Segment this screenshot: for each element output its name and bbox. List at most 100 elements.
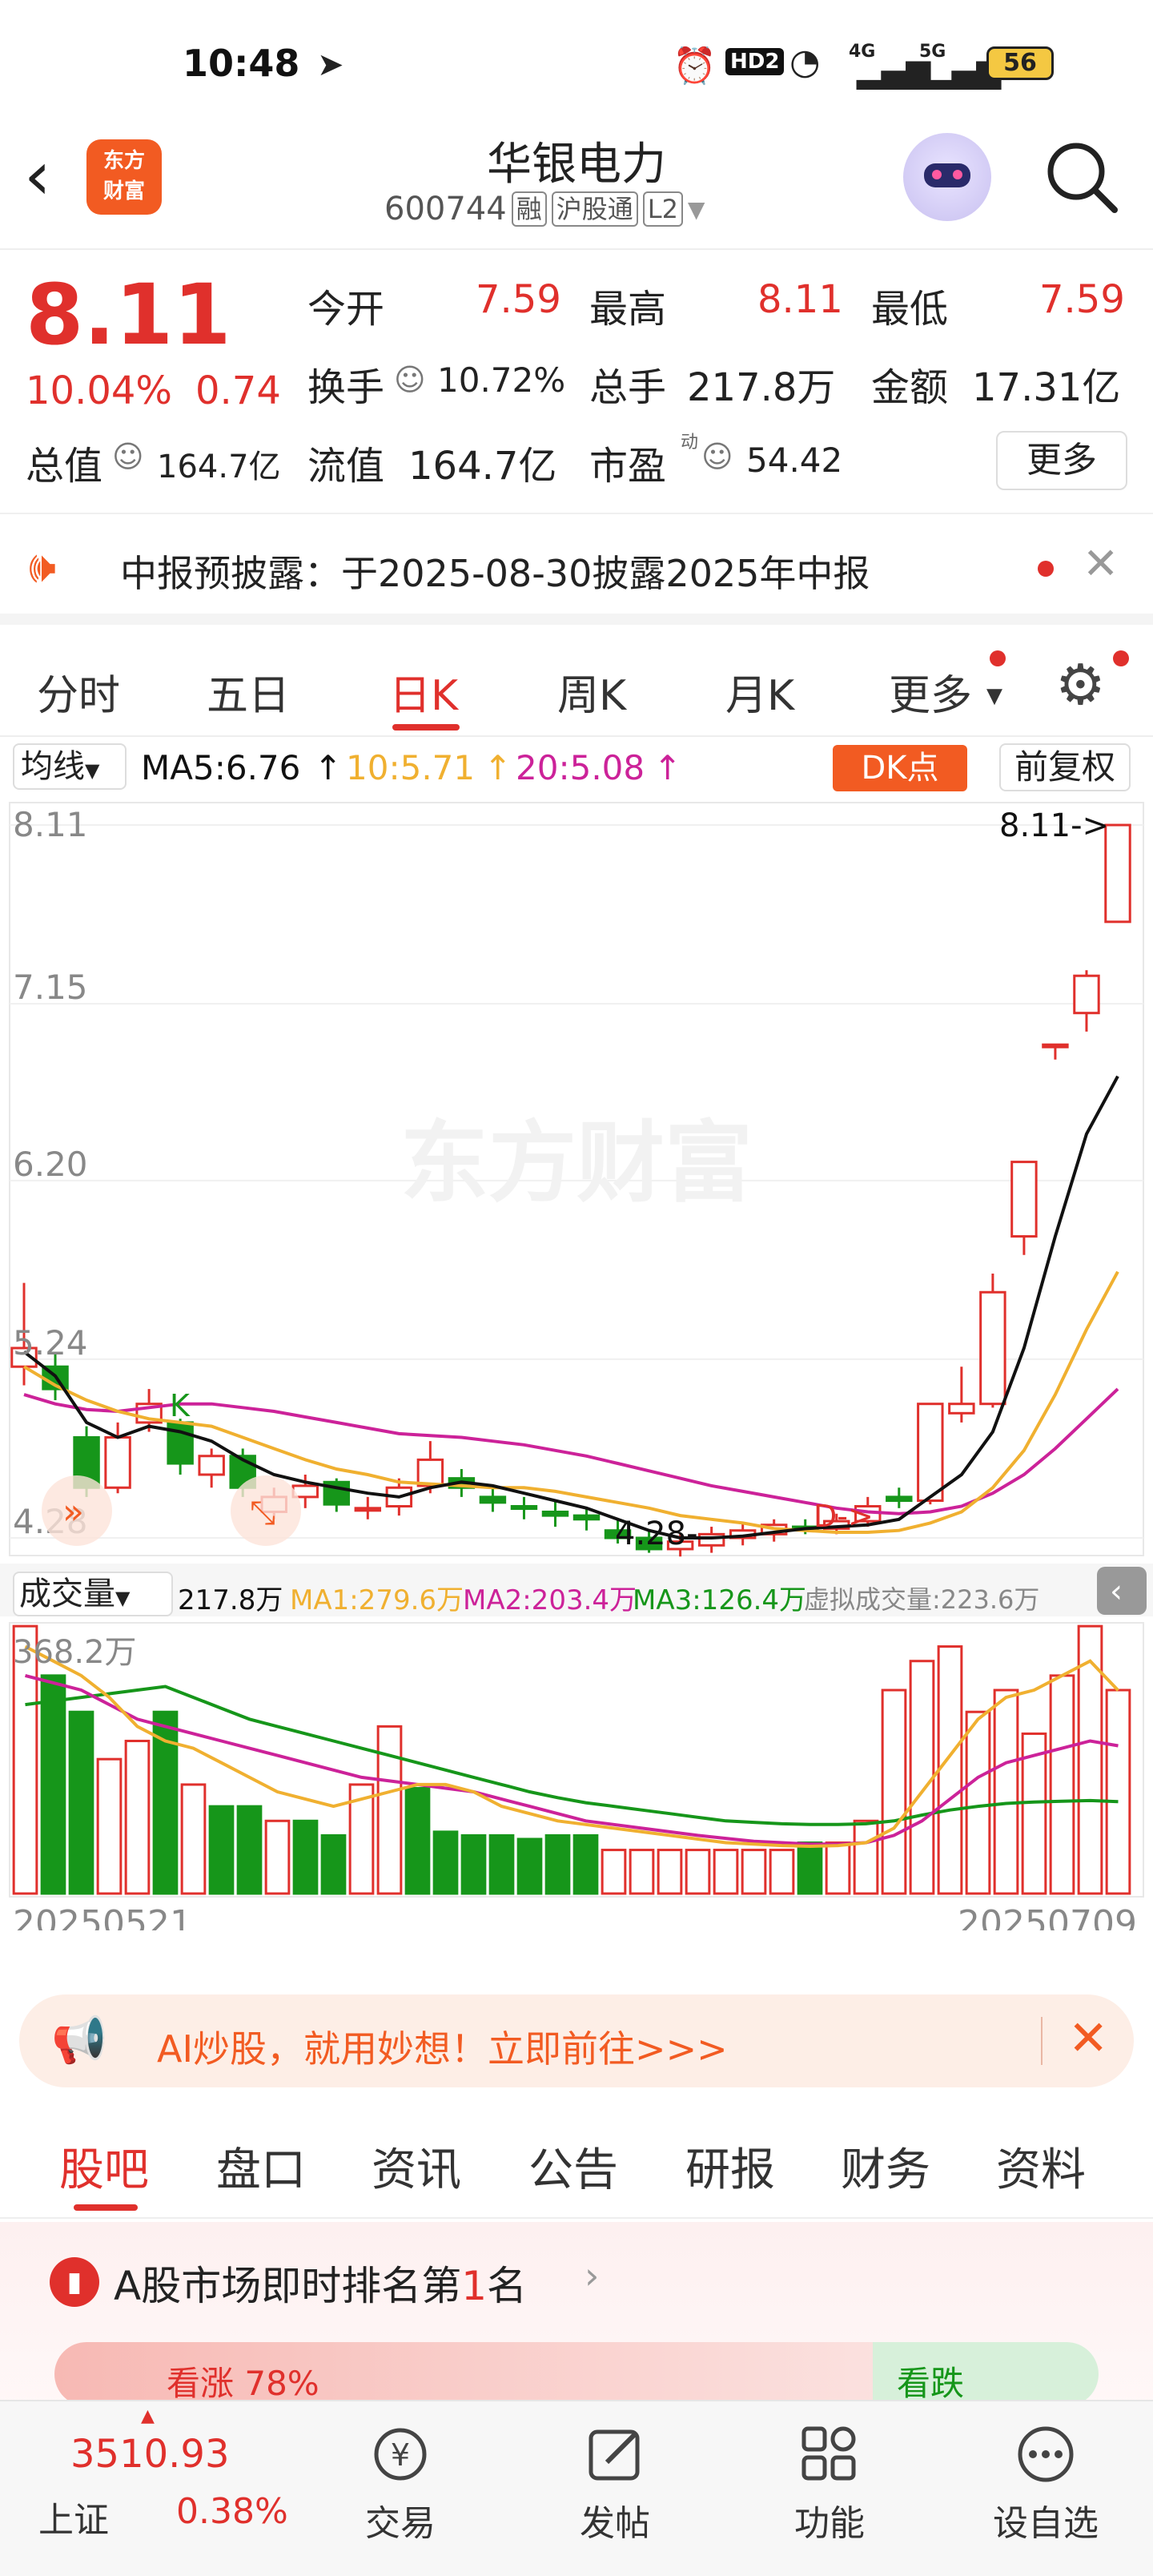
chevron-down-icon: ▼ [986, 684, 1002, 708]
close-icon[interactable]: ✕ [1068, 2010, 1108, 2067]
adjust-button[interactable]: 前复权 [999, 743, 1131, 791]
info-icon-2[interactable]: ☺ [112, 439, 144, 474]
tab-profile[interactable]: 资料 [996, 2134, 1086, 2199]
more-dot [990, 650, 1006, 666]
dk-point-button[interactable]: DK点 [833, 745, 967, 791]
volume-bar [516, 1837, 543, 1895]
ai-banner[interactable]: 📢 AI炒股，就用妙想！立即前往>>> ✕ [19, 1994, 1134, 2087]
index-name[interactable]: 上证 [38, 2491, 109, 2542]
bottom-nav: ▲ 3510.93 上证 0.38% ¥ 交易 发帖 功能 设自选 [0, 2400, 1153, 2576]
open-value: 7.59 [476, 277, 561, 322]
volume-bar [432, 1830, 459, 1895]
bull-bar[interactable]: 看涨 78% [54, 2342, 878, 2406]
gear-icon[interactable]: ⚙ [1055, 652, 1106, 718]
candle-body [479, 1495, 507, 1504]
robot-avatar-icon[interactable] [903, 133, 991, 221]
index-pct[interactable]: 0.38% [176, 2491, 288, 2532]
ma10-arrow-icon: ↑ [484, 748, 512, 787]
volume-bar [208, 1805, 235, 1895]
clock: 10:48 [183, 42, 300, 85]
grid-icon [797, 2422, 862, 2486]
dropdown-icon[interactable]: ▼ [688, 196, 705, 223]
volume-bar [685, 1849, 711, 1895]
candle-body [541, 1510, 569, 1517]
volume-selector[interactable]: 成交量▼ [13, 1572, 173, 1616]
tab-pankou[interactable]: 盘口 [216, 2134, 306, 2199]
wifi-icon: ◔ [789, 42, 821, 83]
more-button[interactable]: 更多 [996, 431, 1127, 490]
volume-bar [96, 1757, 123, 1895]
info-icon-3[interactable]: ☺ [701, 439, 733, 474]
change-pct: 10.04% [26, 368, 173, 413]
volume-selector-label: 成交量 [19, 1576, 115, 1612]
candle-body [510, 1504, 538, 1510]
tab-research[interactable]: 研报 [685, 2134, 775, 2199]
volume-bar [909, 1660, 935, 1895]
volume-bar [825, 1841, 851, 1895]
volume-bar [1105, 1688, 1131, 1895]
nav-trade[interactable]: ¥ 交易 [320, 2414, 480, 2546]
candle-body [1010, 1161, 1038, 1238]
stock-subtitle: 600744 融 沪股通 L2 ▼ [384, 191, 705, 227]
tab-news[interactable]: 资讯 [372, 2134, 461, 2199]
tab-five-day[interactable]: 五日 [207, 662, 290, 722]
tab-week-k[interactable]: 周K [557, 662, 626, 722]
bear-bar[interactable]: 看跌 [873, 2342, 1099, 2406]
telegram-icon: ➤ [317, 46, 344, 83]
ma20-arrow-icon: ↑ [653, 748, 682, 787]
tab-fenshi[interactable]: 分时 [37, 662, 120, 722]
volume-bar [488, 1833, 515, 1895]
tab-announcements[interactable]: 公告 [528, 2134, 618, 2199]
volume-bar [937, 1645, 963, 1895]
tab-more[interactable]: 更多 [889, 662, 972, 722]
nav-watchlist[interactable]: 设自选 [966, 2414, 1126, 2546]
unread-dot [1038, 561, 1054, 577]
info-tabs: 股吧 盘口 资讯 公告 研报 财务 资料 [0, 2115, 1153, 2219]
battery-icon: 56 [986, 46, 1054, 80]
nav-function[interactable]: 功能 [749, 2414, 910, 2546]
volume-bar [629, 1849, 655, 1895]
info-icon[interactable]: ☺ [394, 362, 426, 397]
search-icon[interactable] [1041, 136, 1121, 216]
mktcap-label: 总值 [26, 444, 103, 489]
notice-bar[interactable]: 🕪 中报预披露：于2025-08-30披露2025年中报 ✕ [0, 513, 1153, 625]
price-axis-label: 6.20 [13, 1145, 88, 1184]
vol-value: 217.8万 [178, 1584, 283, 1616]
ma5-value: MA5:6.76 [141, 748, 301, 787]
volume-bar [769, 1849, 795, 1895]
turnover-value: 10.72% [437, 360, 566, 400]
svg-text:¥: ¥ [391, 2437, 410, 2473]
nav-post-label: 发帖 [580, 2503, 650, 2544]
volume-bar [376, 1725, 403, 1895]
margin-tag: 融 [511, 191, 547, 227]
volume-bar [797, 1841, 823, 1895]
volume-bar [264, 1819, 291, 1895]
candle-body [948, 1403, 975, 1415]
candle-body [979, 1290, 1006, 1406]
ma10-value: 10:5.71 [346, 748, 476, 787]
megaphone-icon: 📢 [51, 2015, 107, 2067]
ma-selector[interactable]: 均线▼ [13, 743, 127, 790]
volume-bar [292, 1819, 319, 1895]
tab-day-k[interactable]: 日K [389, 662, 458, 722]
close-icon[interactable]: ✕ [1083, 538, 1119, 589]
volume-max-label: 368.2万 [13, 1634, 137, 1671]
edit-icon [583, 2422, 647, 2486]
tab-month-k[interactable]: 月K [725, 662, 794, 722]
float-label: 流值 [307, 444, 385, 489]
rank-card[interactable]: ▮ A股市场即时排名第1名 › 看涨 78% 看跌 [0, 2222, 1153, 2414]
low-price-label: 4.28- [615, 1515, 698, 1552]
hd-icon: HD2 [725, 48, 785, 75]
index-value[interactable]: 3510.93 [70, 2432, 230, 2477]
k-mark: K [170, 1388, 191, 1423]
speaker-icon: 🕪 [29, 541, 57, 592]
nav-post[interactable]: 发帖 [535, 2414, 695, 2546]
high-value: 8.11 [757, 277, 843, 322]
tab-finance[interactable]: 财务 [841, 2134, 930, 2199]
nav-trade-label: 交易 [365, 2503, 436, 2544]
kline-chart[interactable]: 东方财富 8.117.156.205.244.28 8.11-> 4.28- K… [0, 793, 1153, 1930]
rank-number: 1 [461, 2263, 488, 2309]
tab-guba[interactable]: 股吧 [59, 2134, 149, 2199]
candle-body [1073, 974, 1100, 1015]
ma-selector-label: 均线 [21, 748, 85, 785]
